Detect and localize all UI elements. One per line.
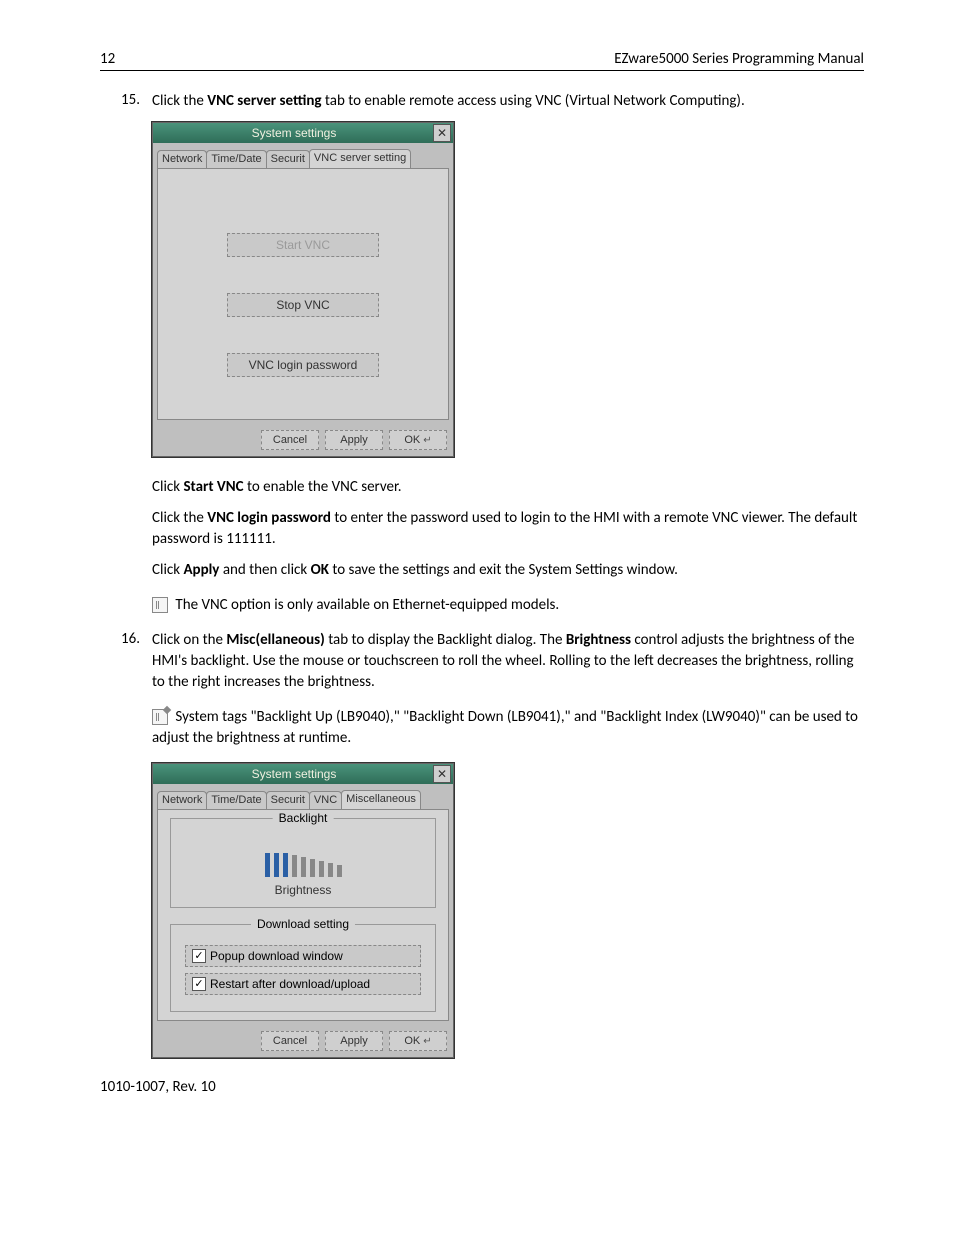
step-number: 16. <box>100 630 152 693</box>
tab-network[interactable]: Network <box>157 791 207 809</box>
vnc-login-password-button[interactable]: VNC login password <box>227 353 379 377</box>
checkbox-icon: ✓ <box>192 977 206 991</box>
backlight-legend: Backlight <box>273 811 334 825</box>
paragraph: Click the VNC login password to enter th… <box>152 508 864 550</box>
step-number: 15. <box>100 91 152 112</box>
download-setting-group: Download setting ✓ Popup download window… <box>170 924 436 1012</box>
titlebar[interactable]: System settings ✕ <box>153 764 453 784</box>
system-settings-dialog-misc: System settings ✕ Network Time/Date Secu… <box>152 763 454 1058</box>
start-vnc-button[interactable]: Start VNC <box>227 233 379 257</box>
system-settings-dialog-vnc: System settings ✕ Network Time/Date Secu… <box>152 122 454 457</box>
paragraph: Click Start VNC to enable the VNC server… <box>152 477 864 498</box>
tab-security[interactable]: Securit <box>266 791 310 809</box>
cancel-button[interactable]: Cancel <box>261 1031 319 1051</box>
step-16: 16. Click on the Misc(ellaneous) tab to … <box>100 630 864 693</box>
titlebar[interactable]: System settings ✕ <box>153 123 453 143</box>
tab-miscellaneous[interactable]: Miscellaneous <box>341 790 421 809</box>
apply-button[interactable]: Apply <box>325 1031 383 1051</box>
note: System tags "Backlight Up (LB9040)," "Ba… <box>152 707 864 749</box>
stop-vnc-button[interactable]: Stop VNC <box>227 293 379 317</box>
step-text: Click on the Misc(ellaneous) tab to disp… <box>152 630 864 693</box>
restart-after-download-checkbox[interactable]: ✓ Restart after download/upload <box>185 973 421 995</box>
tab-network[interactable]: Network <box>157 150 207 168</box>
download-legend: Download setting <box>251 917 355 931</box>
paragraph: Click Apply and then click OK to save th… <box>152 560 864 581</box>
popup-download-checkbox[interactable]: ✓ Popup download window <box>185 945 421 967</box>
tabstrip: Network Time/Date Securit VNC server set… <box>153 143 453 168</box>
checkbox-icon: ✓ <box>192 949 206 963</box>
brightness-slider[interactable] <box>263 851 343 877</box>
tab-panel: Start VNC Stop VNC VNC login password <box>157 168 449 420</box>
tab-timedate[interactable]: Time/Date <box>206 791 266 809</box>
ok-button[interactable]: OK↵ <box>389 1031 447 1051</box>
dialog-title: System settings <box>155 126 433 140</box>
step-15: 15. Click the VNC server setting tab to … <box>100 91 864 112</box>
ok-button[interactable]: OK↵ <box>389 430 447 450</box>
brightness-label: Brightness <box>275 883 332 897</box>
doc-title: EZware5000 Series Programming Manual <box>614 50 864 68</box>
apply-button[interactable]: Apply <box>325 430 383 450</box>
dialog-buttons: Cancel Apply OK↵ <box>153 424 453 456</box>
tab-panel: Backlight Brightness <box>157 809 449 1021</box>
note-icon <box>152 597 168 613</box>
note: The VNC option is only available on Ethe… <box>152 595 864 616</box>
tab-security[interactable]: Securit <box>266 150 310 168</box>
backlight-group: Backlight Brightness <box>170 818 436 908</box>
enter-key-icon: ↵ <box>423 1036 431 1047</box>
step-text: Click the VNC server setting tab to enab… <box>152 91 864 112</box>
cancel-button[interactable]: Cancel <box>261 430 319 450</box>
page-header: 12 EZware5000 Series Programming Manual <box>100 50 864 71</box>
note-pencil-icon <box>152 709 168 725</box>
tab-timedate[interactable]: Time/Date <box>206 150 266 168</box>
close-icon[interactable]: ✕ <box>433 765 451 783</box>
enter-key-icon: ↵ <box>423 435 431 446</box>
tab-vnc[interactable]: VNC <box>309 791 342 809</box>
page-footer: 1010-1007, Rev. 10 <box>100 1078 864 1096</box>
close-icon[interactable]: ✕ <box>433 124 451 142</box>
dialog-buttons: Cancel Apply OK↵ <box>153 1025 453 1057</box>
tab-vnc-server-setting[interactable]: VNC server setting <box>309 149 411 168</box>
dialog-title: System settings <box>155 767 433 781</box>
page-number: 12 <box>100 50 115 68</box>
tabstrip: Network Time/Date Securit VNC Miscellane… <box>153 784 453 809</box>
